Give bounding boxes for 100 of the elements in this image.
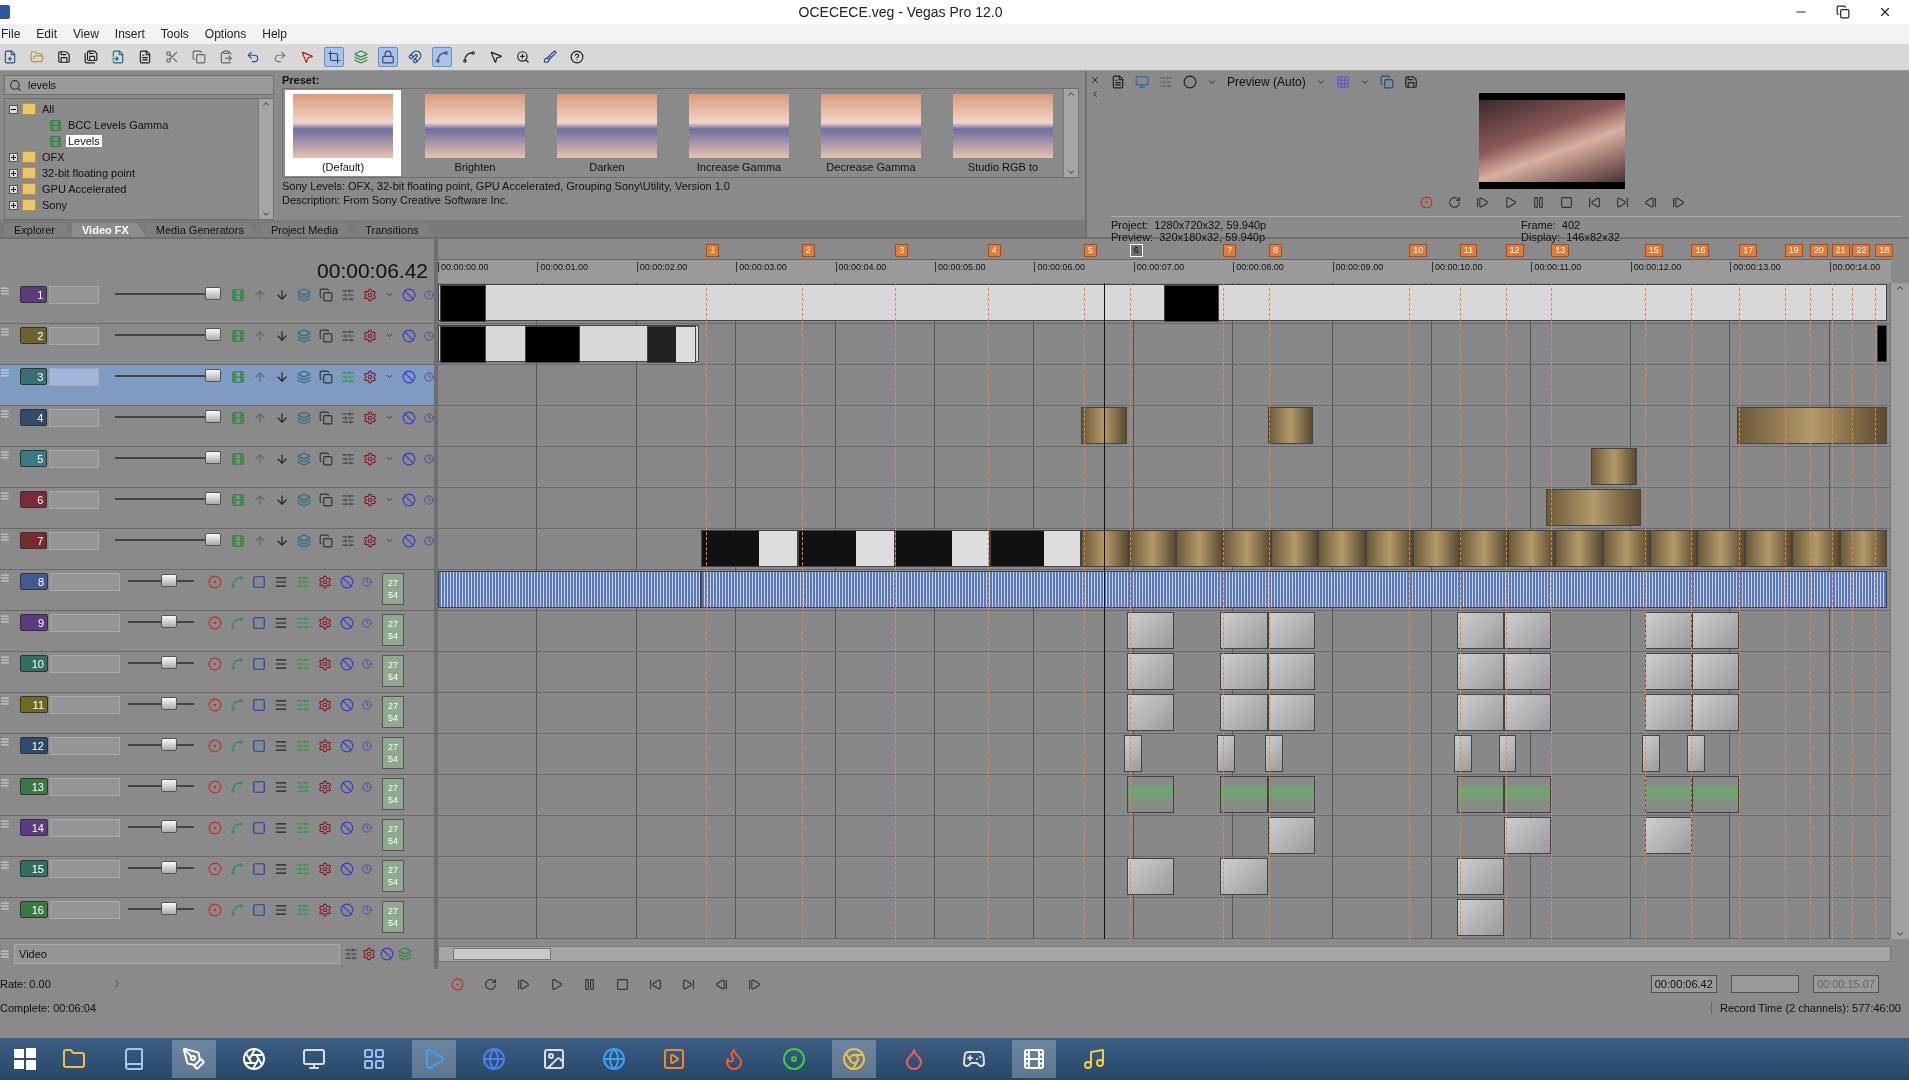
marker-flag[interactable]: 1 (706, 244, 720, 257)
preset-item[interactable]: Decrease Gamma (813, 90, 929, 176)
marker-flag[interactable]: 8 (1268, 244, 1282, 257)
menu-item[interactable]: Insert (107, 27, 152, 41)
track-header[interactable]: 13 27 54 (0, 775, 434, 816)
marker-flag[interactable]: 12 (1505, 244, 1524, 257)
bus-name-field[interactable]: Video (14, 944, 340, 964)
preset-item[interactable]: Darken (549, 90, 665, 176)
track-header[interactable]: 9 27 54 (0, 611, 434, 652)
track-header[interactable]: 4 (0, 406, 434, 447)
tree-item[interactable]: Sony (40, 199, 70, 211)
marker-flag[interactable]: 13 (1551, 244, 1570, 257)
preset-item[interactable]: (Default) (285, 90, 401, 176)
track-number: 12 (20, 737, 48, 754)
track-header[interactable]: 7 (0, 529, 434, 570)
tab[interactable]: Transitions (355, 223, 436, 237)
marker-flag[interactable]: 2 (801, 244, 815, 257)
track-header[interactable]: 16 27 54 (0, 898, 434, 939)
info-value: 320x180x32, 59.940p (1159, 231, 1265, 243)
track-header[interactable]: 6 (0, 488, 434, 529)
tree-item[interactable]: BCC Levels Gamma (66, 119, 171, 131)
meter-label: 27 (388, 618, 398, 630)
preset-item[interactable]: Increase Gamma (681, 90, 797, 176)
tree-item[interactable]: OFX (40, 151, 67, 163)
record-time-text: Record Time (2 channels): 577:46:00 (1711, 1002, 1901, 1014)
marker-flag[interactable]: 17 (1739, 244, 1758, 257)
tab[interactable]: Project Media (260, 223, 356, 237)
time-label: 00:00:05.00 (935, 261, 986, 272)
timecode: 00:00:06.42 (317, 259, 428, 283)
marker-flag[interactable]: 15 (1644, 244, 1663, 257)
meter-label: 27 (388, 659, 398, 671)
track-header[interactable]: 14 27 54 (0, 816, 434, 857)
time-ruler[interactable]: 00:00:00.00 00:00:01.00 00:00:02.00 00:00:03.00 00:00:04.00 00:00:05.00 00:00:06.00 00:00:07.00 00:00:08.00 00:00:09.00 00:00:10.00 00:00:11.00 00:00:12.00 00:00:13.00 00:00:14.00 (438, 258, 1891, 283)
tab[interactable]: Video FX (71, 223, 146, 237)
tab[interactable]: Explorer (4, 223, 72, 237)
info-text: Sony Levels: OFX, 32-bit floating point, GPU Accelerated, Grouping Sony\Utility, Version 1.0 (282, 180, 731, 192)
track-number: 10 (20, 655, 48, 672)
preset-item[interactable]: Brighten (417, 90, 533, 176)
marker-flag[interactable]: 19 (1784, 244, 1803, 257)
menu-item[interactable]: Edit (29, 27, 65, 41)
marker-flag[interactable]: 18 (1875, 244, 1894, 257)
meter-label: 54 (388, 630, 398, 642)
track-number: 8 (20, 573, 48, 590)
preview-quality-dropdown[interactable]: Preview (Auto) (1227, 75, 1306, 89)
track-header[interactable]: 15 27 54 (0, 857, 434, 898)
meter-label: 27 (388, 577, 398, 589)
tab[interactable]: Media Generators (145, 223, 261, 237)
track-header[interactable]: 12 27 54 (0, 734, 434, 775)
track-number: 7 (19, 532, 48, 549)
menu-item[interactable]: Help (255, 27, 294, 41)
track-number: 11 (20, 696, 48, 713)
marker-flag[interactable]: 4 (987, 244, 1001, 257)
marker-flag[interactable]: 11 (1459, 244, 1478, 257)
meter-label: 27 (388, 905, 398, 917)
info-value: 1280x720x32, 59.940p (1154, 219, 1267, 231)
menu-item[interactable]: Options (197, 27, 254, 41)
marker-flag[interactable]: 20 (1809, 244, 1828, 257)
marker-flag[interactable]: 16 (1691, 244, 1710, 257)
window-title: OCECECE.veg - Vegas Pro 12.0 (797, 4, 1004, 20)
time-label: 00:00:11.00 (1531, 261, 1582, 272)
meter-label: 54 (388, 753, 398, 765)
meter-label: 27 (388, 700, 398, 712)
info-value: 402 (1561, 219, 1581, 231)
search-field[interactable]: levels (4, 75, 274, 95)
marker-flag[interactable]: 7 (1223, 244, 1237, 257)
menu-item[interactable]: Tools (153, 27, 196, 41)
info-label: Frame: (1521, 219, 1556, 231)
track-number: 14 (20, 819, 48, 836)
track-header[interactable]: 1 (0, 283, 434, 324)
track-header[interactable]: 5 (0, 447, 434, 488)
meter-label: 27 (388, 864, 398, 876)
time-label: 00:00:04.00 (835, 261, 887, 272)
track-number: 13 (20, 778, 48, 795)
track-header[interactable]: 11 27 54 (0, 693, 434, 734)
time-label: 00:00:02.00 (636, 261, 688, 272)
meter-label: 27 (388, 782, 398, 794)
marker-flag[interactable]: 10 (1409, 244, 1428, 257)
cursor-time-field[interactable]: 00:00:06.42 (1650, 975, 1717, 993)
marker-flag[interactable]: 6 (1129, 244, 1143, 257)
marker-flag[interactable]: 22 (1852, 244, 1871, 257)
tree-item[interactable]: All (40, 103, 57, 115)
marker-flag[interactable]: 5 (1084, 244, 1098, 257)
tree-item[interactable]: GPU Accelerated (40, 183, 129, 195)
track-header[interactable]: 2 (0, 324, 434, 365)
preset-item[interactable]: Studio RGB to (945, 90, 1061, 176)
marker-flag[interactable]: 3 (895, 244, 909, 257)
track-header[interactable]: 3 (0, 365, 434, 406)
track-header[interactable]: 10 27 54 (0, 652, 434, 693)
time-label: 00:00:03.00 (736, 261, 787, 272)
tree-item[interactable]: Levels (66, 135, 102, 147)
menu-item[interactable]: View (66, 27, 106, 41)
track-number: 16 (20, 901, 48, 918)
track-header[interactable]: 8 27 54 (0, 570, 434, 611)
track-number: 2 (19, 327, 48, 344)
tree-item[interactable]: 32-bit floating point (40, 167, 137, 179)
menu-item[interactable]: File (0, 27, 28, 41)
track-number: 1 (19, 286, 48, 303)
track-number: 3 (19, 368, 48, 385)
info-text: Description: From Sony Creative Software Inc. (282, 194, 510, 206)
marker-flag[interactable]: 21 (1831, 244, 1850, 257)
